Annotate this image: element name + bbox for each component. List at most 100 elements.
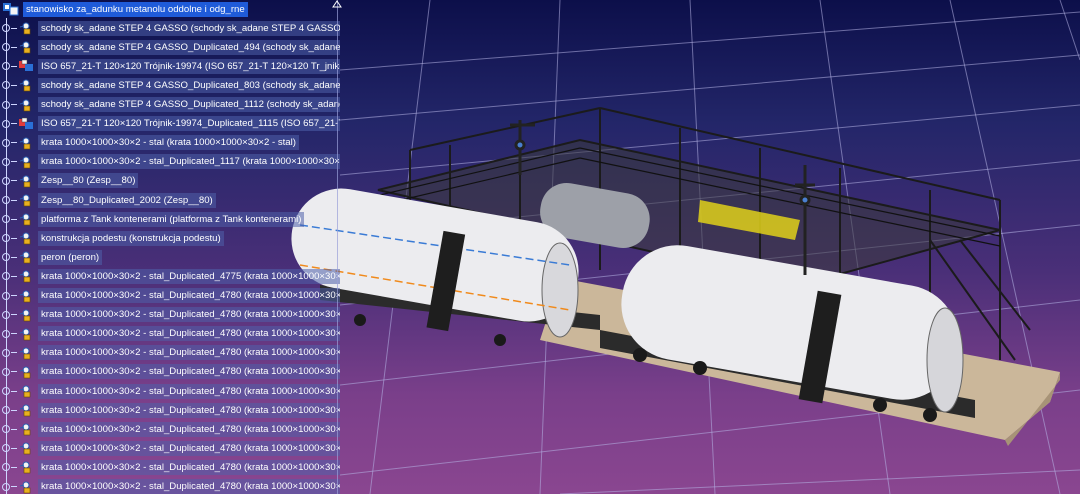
part-icon: [19, 461, 31, 474]
tree-node[interactable]: krata 1000×1000×30×2 - stal (krata 1000×…: [2, 134, 340, 152]
tree-node[interactable]: peron (peron): [2, 248, 340, 266]
part-icon: [19, 232, 31, 245]
tree-node-label: Zesp__80 (Zesp__80): [38, 173, 139, 189]
tree-node-label: peron (peron): [38, 249, 103, 265]
tree-node-label: krata 1000×1000×30×2 - stal_Duplicated_4…: [38, 345, 340, 361]
expand-node-icon[interactable]: [2, 234, 10, 243]
expand-node-icon[interactable]: [2, 253, 10, 262]
tree-node[interactable]: krata 1000×1000×30×2 - stal_Duplicated_4…: [2, 401, 340, 419]
tree-node-label: konstrukcja podestu (konstrukcja podestu…: [38, 230, 224, 246]
part-icon: [19, 309, 31, 321]
part-icon: [19, 442, 31, 455]
tree-node[interactable]: Zesp__80 (Zesp__80): [2, 172, 340, 190]
expand-node-icon[interactable]: [2, 406, 10, 415]
tree-node[interactable]: Zesp__80_Duplicated_2002 (Zesp__80): [2, 191, 340, 209]
expand-node-icon[interactable]: [2, 43, 10, 52]
expand-node-icon[interactable]: [2, 176, 10, 185]
tree-node-label: schody sk_adane STEP 4 GASSO_Duplicated_…: [38, 77, 340, 93]
tree-node-label: krata 1000×1000×30×2 - stal_Duplicated_4…: [38, 268, 340, 284]
tree-node[interactable]: krata 1000×1000×30×2 - stal_Duplicated_4…: [2, 306, 340, 324]
expand-node-icon[interactable]: [2, 482, 10, 491]
tree-node[interactable]: schody sk_adane STEP 4 GASSO (schody sk_…: [2, 19, 340, 37]
part-icon: [19, 213, 31, 226]
tree-node[interactable]: krata 1000×1000×30×2 - stal_Duplicated_4…: [2, 420, 340, 438]
expand-node-icon[interactable]: [2, 367, 10, 376]
expand-node-icon[interactable]: [2, 291, 10, 300]
part-icon: [19, 385, 31, 398]
scroll-up-icon[interactable]: [332, 0, 342, 8]
part-icon: [19, 366, 31, 379]
tree-node[interactable]: platforma z Tank kontenerami (platforma …: [2, 210, 340, 228]
tree-node[interactable]: krata 1000×1000×30×2 - stal_Duplicated_4…: [2, 267, 340, 285]
tank-wagon-right[interactable]: [600, 236, 975, 422]
part-icon: [19, 79, 31, 92]
tree-node[interactable]: krata 1000×1000×30×2 - stal_Duplicated_4…: [2, 325, 340, 343]
expand-node-icon[interactable]: [2, 463, 10, 472]
part-icon: [19, 99, 31, 111]
expand-node-icon[interactable]: [2, 329, 10, 338]
expand-node-icon[interactable]: [2, 157, 10, 166]
tree-node[interactable]: krata 1000×1000×30×2 - stal_Duplicated_4…: [2, 382, 340, 400]
tree-node-label: krata 1000×1000×30×2 - stal_Duplicated_4…: [38, 326, 340, 342]
expand-node-icon[interactable]: [2, 196, 10, 204]
expand-node-icon[interactable]: [2, 310, 10, 319]
tree-node-label: stanowisko za_adunku metanolu oddolne i …: [23, 1, 248, 17]
tree-node-label: krata 1000×1000×30×2 - stal_Duplicated_4…: [38, 288, 340, 303]
tree-node-label: Zesp__80_Duplicated_2002 (Zesp__80): [38, 192, 216, 208]
tree-node[interactable]: ISO 657_21-T 120×120 Trójnik-19974 (ISO …: [2, 57, 340, 75]
expand-node-icon[interactable]: [2, 387, 10, 395]
tree-node[interactable]: schody sk_adane STEP 4 GASSO_Duplicated_…: [2, 76, 340, 94]
tree-node[interactable]: krata 1000×1000×30×2 - stal_Duplicated_1…: [2, 153, 340, 171]
specification-tree[interactable]: stanowisko za_adunku metanolu oddolne i …: [0, 0, 342, 494]
tree-node[interactable]: schody sk_adane STEP 4 GASSO_Duplicated_…: [2, 96, 340, 114]
part-icon: [19, 481, 31, 493]
part-icon: [19, 41, 31, 54]
expand-node-icon[interactable]: [2, 425, 10, 434]
tree-node-label: krata 1000×1000×30×2 - stal_Duplicated_4…: [38, 383, 340, 399]
expand-node-icon[interactable]: [2, 138, 10, 147]
expand-node-icon[interactable]: [2, 24, 10, 33]
tree-node[interactable]: krata 1000×1000×30×2 - stal_Duplicated_4…: [2, 344, 340, 362]
tree-node-label: ISO 657_21-T 120×120 Trójnik-19974 (ISO …: [38, 58, 340, 74]
expand-node-icon[interactable]: [2, 119, 10, 128]
part-icon: [19, 290, 31, 302]
tree-node[interactable]: krata 1000×1000×30×2 - stal_Duplicated_4…: [2, 458, 340, 476]
part-icon: [19, 175, 31, 188]
part-icon: [19, 423, 31, 436]
expand-node-icon[interactable]: [2, 272, 10, 281]
tree-node-label: krata 1000×1000×30×2 - stal_Duplicated_4…: [38, 364, 340, 380]
tree-node-label: krata 1000×1000×30×2 - stal_Duplicated_4…: [38, 402, 340, 418]
part-icon: [19, 347, 31, 360]
tree-root-node[interactable]: stanowisko za_adunku metanolu oddolne i …: [2, 0, 340, 18]
tree-node-label: schody sk_adane STEP 4 GASSO (schody sk_…: [38, 20, 340, 36]
tree-node[interactable]: konstrukcja podestu (konstrukcja podestu…: [2, 229, 340, 247]
expand-node-icon[interactable]: [2, 62, 10, 71]
tree-node[interactable]: krata 1000×1000×30×2 - stal_Duplicated_4…: [2, 287, 340, 305]
tree-node[interactable]: krata 1000×1000×30×2 - stal_Duplicated_4…: [2, 439, 340, 457]
tree-node[interactable]: krata 1000×1000×30×2 - stal_Duplicated_4…: [2, 363, 340, 381]
part-icon: [19, 22, 31, 35]
tree-node-label: krata 1000×1000×30×2 - stal (krata 1000×…: [38, 135, 299, 151]
tree-node[interactable]: krata 1000×1000×30×2 - stal_Duplicated_4…: [2, 478, 340, 494]
expand-node-icon[interactable]: [2, 444, 10, 453]
tree-node-label: schody sk_adane STEP 4 GASSO_Duplicated_…: [38, 39, 340, 55]
tree-node-label: platforma z Tank kontenerami (platforma …: [38, 211, 305, 227]
tree-node[interactable]: ISO 657_21-T 120×120 Trójnik-19974_Dupli…: [2, 115, 340, 133]
expand-node-icon[interactable]: [2, 100, 10, 109]
tree-node-label: ISO 657_21-T 120×120 Trójnik-19974_Dupli…: [38, 116, 340, 132]
part-icon: [19, 137, 31, 149]
tree-node[interactable]: schody sk_adane STEP 4 GASSO_Duplicated_…: [2, 38, 340, 56]
expand-node-icon[interactable]: [2, 81, 10, 90]
tree-scroll-track[interactable]: [337, 0, 338, 494]
tree-node-label: krata 1000×1000×30×2 - stal_Duplicated_4…: [38, 440, 340, 456]
tree-node-label: krata 1000×1000×30×2 - stal_Duplicated_4…: [38, 307, 340, 323]
product-root-icon: [3, 3, 19, 16]
part-icon: [19, 328, 31, 340]
tree-node-label: schody sk_adane STEP 4 GASSO_Duplicated_…: [38, 97, 340, 112]
expand-node-icon[interactable]: [2, 215, 10, 224]
expand-node-icon[interactable]: [2, 348, 10, 357]
part-icon: [19, 404, 31, 417]
tree-node-label: krata 1000×1000×30×2 - stal_Duplicated_4…: [38, 421, 340, 437]
part-icon: [19, 270, 31, 283]
tree-node-label: krata 1000×1000×30×2 - stal_Duplicated_1…: [38, 154, 340, 170]
